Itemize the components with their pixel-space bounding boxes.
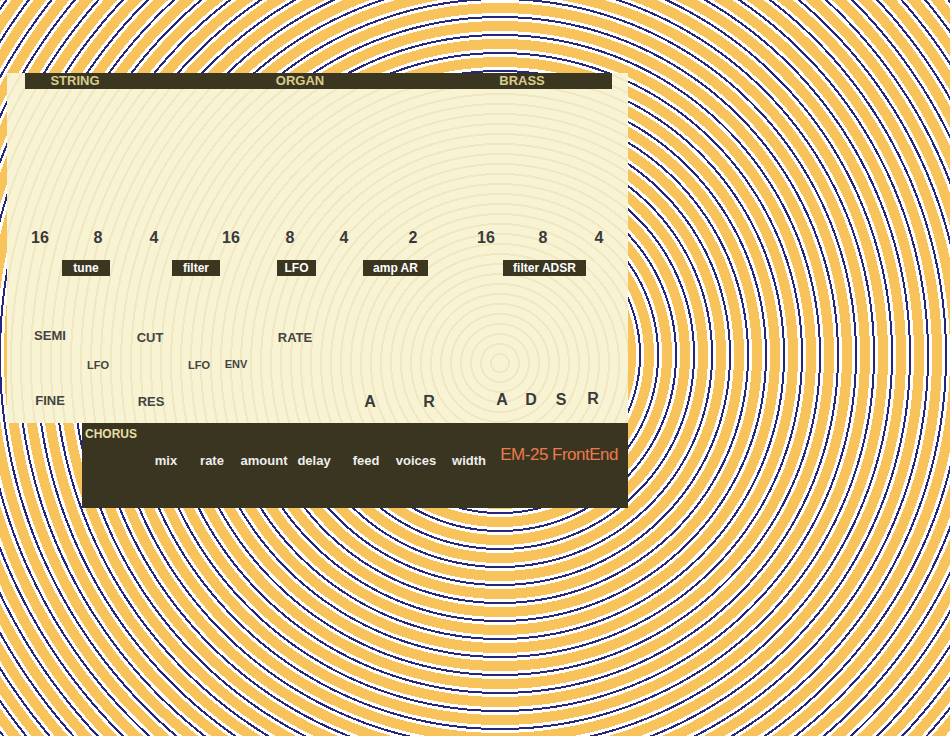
knob-label[interactable]: A xyxy=(496,391,508,409)
knob-label[interactable]: FINE xyxy=(35,393,65,408)
group-tag: tune xyxy=(62,260,110,276)
footage-switch[interactable]: 4 xyxy=(595,229,604,247)
group-tag: amp AR xyxy=(363,260,428,276)
group-tag: filter ADSR xyxy=(503,260,586,276)
knob-label[interactable]: CUT xyxy=(137,330,164,345)
knob-label[interactable]: R xyxy=(587,390,599,408)
chorus-param[interactable]: feed xyxy=(353,453,380,468)
footage-switch[interactable]: 16 xyxy=(31,229,49,247)
chorus-title: CHORUS xyxy=(85,427,137,441)
knob-label[interactable]: ENV xyxy=(225,358,248,370)
section-header: STRING ORGAN BRASS xyxy=(25,73,612,89)
footage-switch[interactable]: 8 xyxy=(94,229,103,247)
knob-label[interactable]: LFO xyxy=(87,359,109,371)
knob-label[interactable]: A xyxy=(364,393,376,411)
group-tag: filter xyxy=(172,260,220,276)
plugin-window: STRING ORGAN BRASS 16 8 4 16 8 4 2 16 8 4 tune filte… xyxy=(7,73,628,508)
footage-switch[interactable]: 16 xyxy=(222,229,240,247)
spiral-background: STRING ORGAN BRASS 16 8 4 16 8 4 2 16 8 4 tune filte… xyxy=(0,0,950,736)
section-label: STRING xyxy=(50,73,99,89)
chorus-param[interactable]: width xyxy=(452,453,486,468)
footage-switch[interactable]: 8 xyxy=(286,229,295,247)
chorus-param[interactable]: amount xyxy=(241,453,288,468)
knob-label[interactable]: S xyxy=(556,391,567,409)
section-label: ORGAN xyxy=(276,73,324,89)
chorus-param[interactable]: delay xyxy=(297,453,330,468)
footage-switch[interactable]: 4 xyxy=(340,229,349,247)
knob-label[interactable]: RATE xyxy=(278,330,312,345)
chorus-panel: CHORUS mix rate amount delay feed voices width… xyxy=(82,423,628,508)
chorus-param[interactable]: mix xyxy=(155,453,177,468)
group-tag: LFO xyxy=(277,260,316,276)
section-label: BRASS xyxy=(499,73,545,89)
knob-label[interactable]: RES xyxy=(138,394,165,409)
knob-label[interactable]: R xyxy=(423,393,435,411)
knob-label[interactable]: LFO xyxy=(188,359,210,371)
knob-label[interactable]: D xyxy=(525,391,537,409)
brand-logo: EM-25 FrontEnd xyxy=(500,445,618,465)
footage-switch[interactable]: 8 xyxy=(539,229,548,247)
chorus-param[interactable]: rate xyxy=(200,453,224,468)
main-panel: STRING ORGAN BRASS 16 8 4 16 8 4 2 16 8 4 tune filte… xyxy=(7,73,628,423)
chorus-param[interactable]: voices xyxy=(396,453,436,468)
footage-switch[interactable]: 2 xyxy=(409,229,418,247)
knob-label[interactable]: SEMI xyxy=(34,328,66,343)
footage-switch[interactable]: 4 xyxy=(150,229,159,247)
footage-switch[interactable]: 16 xyxy=(477,229,495,247)
